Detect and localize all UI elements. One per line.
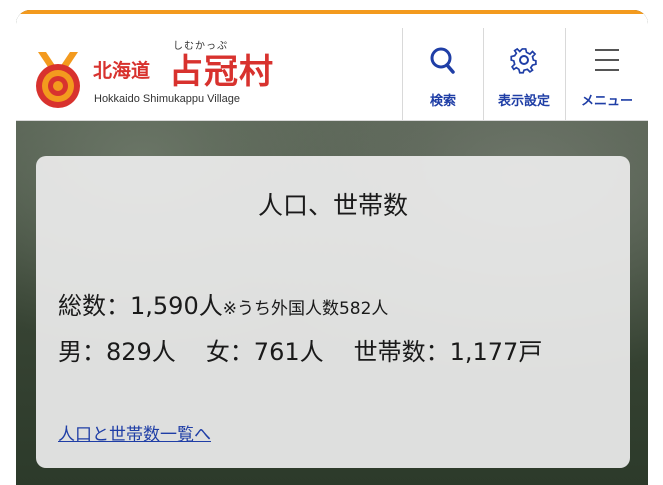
hamburger-icon (595, 49, 619, 71)
village-english-name: Hokkaido Shimukappu Village (94, 93, 240, 105)
village-logo-icon[interactable] (32, 50, 84, 110)
total-population: 総数：1,590人※うち外国人数582人 (58, 286, 388, 321)
village-name[interactable]: 占冠村 (169, 44, 274, 93)
header-divider (402, 28, 403, 120)
total-label: 総数： (58, 292, 130, 320)
display-settings-label: 表示設定 (497, 94, 550, 109)
foreign-residents-note: ※うち外国人数582人 (222, 299, 389, 319)
total-value: 1,590人 (130, 292, 223, 320)
search-icon (430, 47, 455, 74)
household-count: 世帯数：1,177戸 (353, 338, 543, 366)
male-population: 男：829人 (58, 338, 176, 366)
menu-label: メニュー (580, 94, 633, 109)
page-frame: 北海道 しむかっぷ 占冠村 Hokkaido Shimukappu Villag… (16, 10, 648, 485)
display-settings-button[interactable]: 表示設定 (484, 28, 564, 120)
search-button[interactable]: 検索 (404, 28, 482, 120)
population-list-link[interactable]: 人口と世帯数一覧へ (58, 420, 211, 445)
gear-icon (510, 47, 537, 74)
population-breakdown: 男：829人 女：761人 世帯数：1,177戸 (58, 332, 572, 367)
prefecture-name: 北海道 (93, 60, 151, 82)
site-header: 北海道 しむかっぷ 占冠村 Hokkaido Shimukappu Villag… (16, 14, 648, 121)
female-population: 女：761人 (205, 338, 324, 366)
menu-button[interactable]: メニュー (566, 28, 648, 120)
population-card-title: 人口、世帯数 (257, 191, 408, 220)
population-card: 人口、世帯数 総数：1,590人※うち外国人数582人 男：829人 女：761人… (36, 156, 630, 468)
search-label: 検索 (429, 94, 456, 109)
